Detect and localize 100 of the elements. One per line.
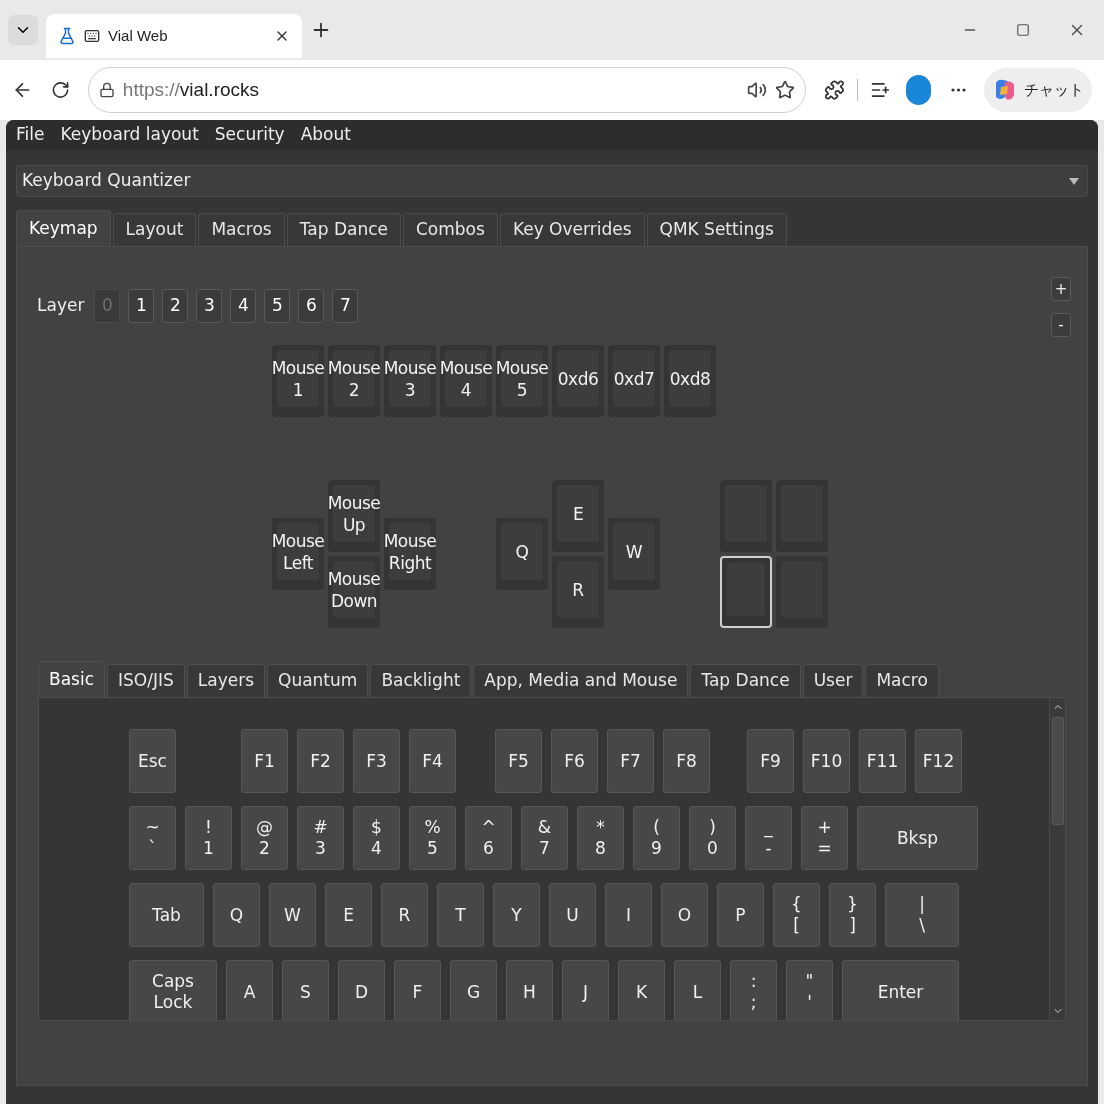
main-tab[interactable]: Keymap	[16, 210, 111, 246]
keycode-key[interactable]: F11	[859, 729, 906, 793]
keycode-key[interactable]: F4	[409, 729, 456, 793]
layer-button[interactable]: 4	[230, 289, 257, 323]
keycode-tab[interactable]: Quantum	[267, 664, 369, 697]
keycode-key[interactable]: + =	[801, 806, 848, 870]
keycode-tab[interactable]: Basic	[38, 661, 105, 697]
keycode-key[interactable]: G	[450, 960, 497, 1020]
keycode-key[interactable]: Esc	[129, 729, 176, 793]
keycode-key[interactable]: I	[605, 883, 652, 947]
keycode-tab[interactable]: ISO/JIS	[107, 664, 185, 697]
main-tab[interactable]: Tap Dance	[286, 213, 401, 246]
keycode-key[interactable]: F12	[915, 729, 962, 793]
keycode-key[interactable]: R	[381, 883, 428, 947]
keycode-key[interactable]: % 5	[409, 806, 456, 870]
layout-key[interactable]: W	[608, 518, 660, 590]
keycode-key[interactable]: S	[282, 960, 329, 1020]
keycode-key[interactable]: P	[717, 883, 764, 947]
keycode-key[interactable]: ~ `	[129, 806, 176, 870]
keycode-key[interactable]: F	[394, 960, 441, 1020]
browser-tab[interactable]: Vial Web	[46, 14, 302, 58]
keycode-key[interactable]: F3	[353, 729, 400, 793]
main-tab[interactable]: Macros	[198, 213, 285, 246]
keycode-tab[interactable]: User	[802, 664, 864, 697]
keycode-key[interactable]: K	[618, 960, 665, 1020]
layer-button[interactable]: 2	[162, 289, 189, 323]
menu-item[interactable]: Keyboard layout	[60, 122, 199, 148]
menu-item[interactable]: File	[16, 122, 45, 148]
layer-button[interactable]: 1	[128, 289, 155, 323]
keycode-key[interactable]: # 3	[297, 806, 344, 870]
keycode-key[interactable]: J	[562, 960, 609, 1020]
keycode-key[interactable]: | \	[885, 883, 959, 947]
keycode-key[interactable]: F10	[803, 729, 850, 793]
keycode-tab[interactable]: App, Media and Mouse	[473, 664, 689, 697]
layer-button[interactable]: 5	[264, 289, 291, 323]
layer-button[interactable]: 6	[298, 289, 325, 323]
avatar-icon[interactable]	[906, 75, 932, 105]
keycode-tab[interactable]: Backlight	[370, 664, 472, 697]
layout-key[interactable]: Mouse Down	[328, 556, 380, 628]
keycode-key[interactable]: O	[661, 883, 708, 947]
layer-button[interactable]: 3	[196, 289, 223, 323]
keycode-key[interactable]: Enter	[842, 960, 959, 1020]
menu-item[interactable]: About	[300, 122, 351, 148]
keycode-key[interactable]: F1	[241, 729, 288, 793]
layer-control-button[interactable]: -	[1051, 313, 1071, 337]
tab-list-button[interactable]	[8, 15, 38, 45]
reload-icon[interactable]	[50, 80, 70, 100]
keycode-key[interactable]: $ 4	[353, 806, 400, 870]
keycode-key[interactable]: " '	[786, 960, 833, 1020]
scrollbar[interactable]	[1049, 698, 1065, 1020]
layout-key[interactable]: Mouse 4	[440, 345, 492, 417]
star-icon[interactable]	[774, 80, 795, 100]
keycode-key[interactable]: ! 1	[185, 806, 232, 870]
keycode-key[interactable]: Tab	[129, 883, 204, 947]
keycode-key[interactable]: * 8	[577, 806, 624, 870]
keycode-key[interactable]: @ 2	[241, 806, 288, 870]
keycode-key[interactable]: A	[226, 960, 273, 1020]
layout-key[interactable]: Mouse 1	[272, 345, 324, 417]
keycode-key[interactable]: ) 0	[689, 806, 736, 870]
extensions-icon[interactable]	[823, 79, 845, 101]
keycode-key[interactable]: Q	[213, 883, 260, 947]
layout-key[interactable]: 0xd8	[664, 345, 716, 417]
keycode-key[interactable]: } ]	[829, 883, 876, 947]
keycode-key[interactable]: ^ 6	[465, 806, 512, 870]
layout-key[interactable]: Mouse Up	[328, 480, 380, 552]
keycode-key[interactable]: Y	[493, 883, 540, 947]
layout-key[interactable]: 0xd6	[552, 345, 604, 417]
keycode-key[interactable]: ( 9	[633, 806, 680, 870]
keycode-key[interactable]: F8	[663, 729, 710, 793]
speaker-icon[interactable]	[746, 80, 767, 100]
layout-key[interactable]: Mouse 2	[328, 345, 380, 417]
layout-key[interactable]: R	[552, 556, 604, 628]
layout-key[interactable]: Mouse Left	[272, 518, 324, 590]
layer-control-button[interactable]: +	[1051, 277, 1071, 301]
main-tab[interactable]: Key Overrides	[499, 213, 645, 246]
keycode-key[interactable]: T	[437, 883, 484, 947]
device-dropdown[interactable]: Keyboard Quantizer	[16, 165, 1088, 197]
keycode-key[interactable]: F6	[551, 729, 598, 793]
keycode-key[interactable]: : ;	[730, 960, 777, 1020]
keycode-key[interactable]: Bksp	[857, 806, 978, 870]
keycode-key[interactable]: D	[338, 960, 385, 1020]
layout-key[interactable]	[720, 556, 772, 628]
layout-key[interactable]: Mouse 5	[496, 345, 548, 417]
keycode-tab[interactable]: Tap Dance	[690, 664, 801, 697]
keycode-key[interactable]: Caps Lock	[129, 960, 217, 1020]
keycode-key[interactable]: _ -	[745, 806, 792, 870]
keycode-key[interactable]: F7	[607, 729, 654, 793]
keycode-key[interactable]: E	[325, 883, 372, 947]
keycode-key[interactable]: F5	[495, 729, 542, 793]
keycode-key[interactable]: { [	[773, 883, 820, 947]
keycode-key[interactable]: F9	[747, 729, 794, 793]
keycode-key[interactable]: F2	[297, 729, 344, 793]
main-tab[interactable]: QMK Settings	[646, 213, 787, 246]
keycode-tab[interactable]: Layers	[186, 664, 265, 697]
layout-key[interactable]: Q	[496, 518, 548, 590]
layout-key[interactable]: Mouse 3	[384, 345, 436, 417]
layout-key[interactable]: E	[552, 480, 604, 552]
keycode-tab[interactable]: Macro	[865, 664, 939, 697]
copilot-button[interactable]: チャット	[984, 68, 1093, 112]
main-tab[interactable]: Layout	[112, 213, 197, 246]
